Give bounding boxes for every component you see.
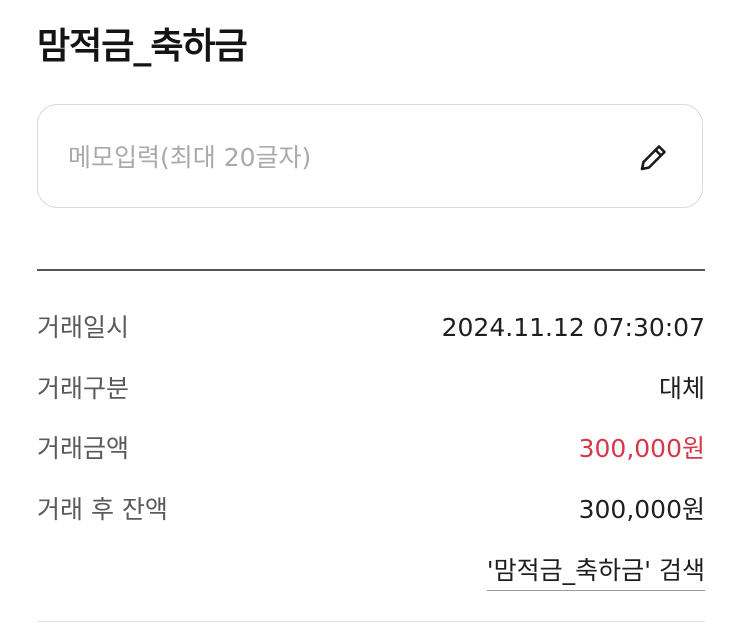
detail-value: 300,000원 <box>578 495 705 524</box>
bottom-divider <box>37 621 705 622</box>
detail-value: 2024.11.12 07:30:07 <box>441 313 705 342</box>
detail-label: 거래일시 <box>37 313 130 342</box>
pencil-icon[interactable] <box>634 139 672 177</box>
detail-row-datetime: 거래일시 2024.11.12 07:30:07 <box>37 308 705 348</box>
memo-input[interactable] <box>68 135 628 179</box>
section-divider <box>37 269 705 271</box>
memo-field[interactable] <box>37 104 703 208</box>
detail-row-amount: 거래금액 300,000원 <box>37 429 705 469</box>
detail-label: 거래 후 잔액 <box>37 495 168 524</box>
detail-label: 거래구분 <box>37 374 130 403</box>
page-title: 맘적금_축하금 <box>37 26 248 67</box>
detail-row-type: 거래구분 대체 <box>37 369 705 409</box>
detail-value-amount: 300,000원 <box>578 434 705 463</box>
detail-value: 대체 <box>658 374 705 403</box>
search-link[interactable]: '맘적금_축하금' 검색 <box>486 553 705 591</box>
detail-label: 거래금액 <box>37 434 130 463</box>
detail-row-balance: 거래 후 잔액 300,000원 <box>37 490 705 530</box>
